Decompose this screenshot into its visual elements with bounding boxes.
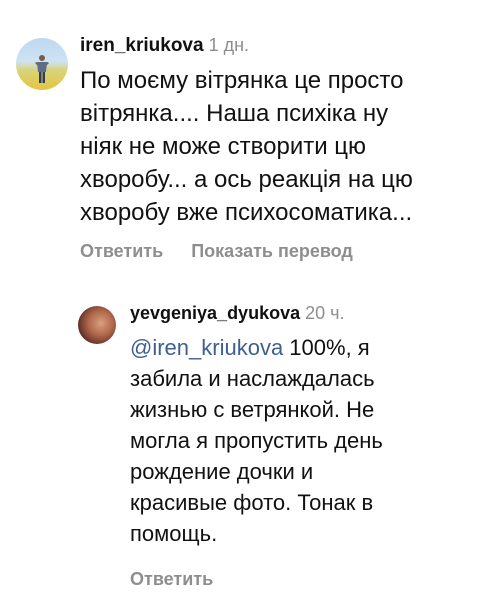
comment: iren_kriukova 1 дн. По моєму вітрянка це … (16, 30, 486, 270)
person-icon (35, 55, 49, 83)
comment-text: @iren_kriukova 100%, я забила и наслажда… (130, 332, 488, 549)
avatar[interactable] (16, 38, 68, 90)
username-link[interactable]: yevgeniya_dyukova (130, 303, 300, 323)
reply-button[interactable]: Ответить (80, 241, 163, 262)
comment-actions: Ответить Показать перевод (80, 241, 486, 262)
comment-text-body: 100%, я забила и наслаждалась жизнью с в… (130, 335, 383, 546)
comment-actions: Ответить (130, 569, 488, 590)
comment-text: По моєму вітрянка це просто вітрянка....… (80, 67, 413, 226)
reply-button[interactable]: Ответить (130, 569, 213, 590)
username-link[interactable]: iren_kriukova (80, 35, 204, 56)
timestamp[interactable]: 20 ч. (305, 303, 344, 323)
timestamp[interactable]: 1 дн. (209, 35, 249, 55)
reply-comment: yevgeniya_dyukova 20 ч. @iren_kriukova 10… (78, 298, 488, 598)
comment-meta: yevgeniya_dyukova 20 ч. (130, 298, 488, 328)
show-translation-button[interactable]: Показать перевод (191, 241, 353, 262)
mention-link[interactable]: @iren_kriukova (130, 335, 283, 360)
avatar[interactable] (78, 306, 116, 344)
comment-meta: iren_kriukova 1 дн. (80, 30, 486, 60)
